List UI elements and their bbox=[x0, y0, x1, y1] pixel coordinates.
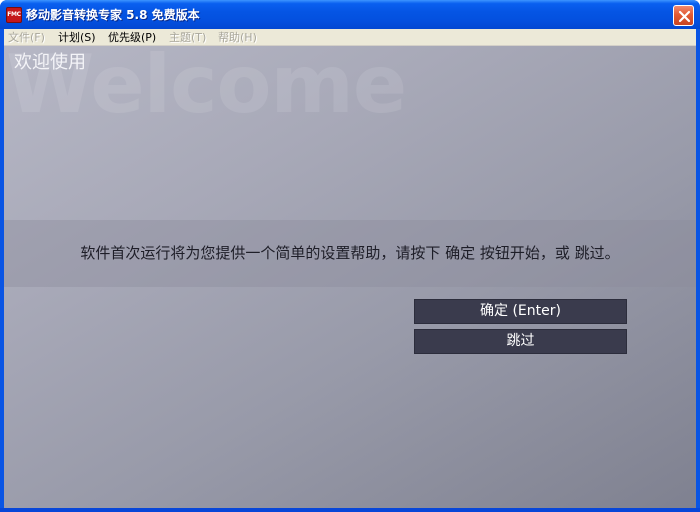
title-bar[interactable]: FMC 移动影音转换专家 5.8 免费版本 bbox=[0, 0, 700, 29]
menu-help[interactable]: 帮助(H) bbox=[216, 29, 259, 46]
confirm-button[interactable]: 确定 (Enter) bbox=[414, 299, 627, 324]
menu-priority[interactable]: 优先级(P) bbox=[106, 29, 158, 46]
menu-theme[interactable]: 主题(T) bbox=[167, 29, 208, 46]
close-button[interactable] bbox=[673, 5, 694, 26]
window-frame-bottom bbox=[0, 508, 700, 512]
app-window: FMC 移动影音转换专家 5.8 免费版本 文件(F) 计划(S) 优先级(P)… bbox=[0, 0, 700, 512]
menu-bar: 文件(F) 计划(S) 优先级(P) 主题(T) 帮助(H) bbox=[4, 29, 696, 46]
welcome-panel: Welcome 欢迎使用 软件首次运行将为您提供一个简单的设置帮助，请按下 确定… bbox=[4, 46, 696, 508]
close-icon bbox=[678, 10, 691, 23]
skip-button[interactable]: 跳过 bbox=[414, 329, 627, 354]
setup-message: 软件首次运行将为您提供一个简单的设置帮助，请按下 确定 按钮开始，或 跳过。 bbox=[80, 244, 620, 262]
app-icon: FMC bbox=[6, 7, 22, 23]
welcome-heading: 欢迎使用 bbox=[14, 52, 86, 73]
menu-schedule[interactable]: 计划(S) bbox=[56, 29, 98, 46]
message-band: 软件首次运行将为您提供一个简单的设置帮助，请按下 确定 按钮开始，或 跳过。 bbox=[4, 220, 696, 287]
window-title: 移动影音转换专家 5.8 免费版本 bbox=[26, 8, 200, 22]
menu-file[interactable]: 文件(F) bbox=[6, 29, 47, 46]
